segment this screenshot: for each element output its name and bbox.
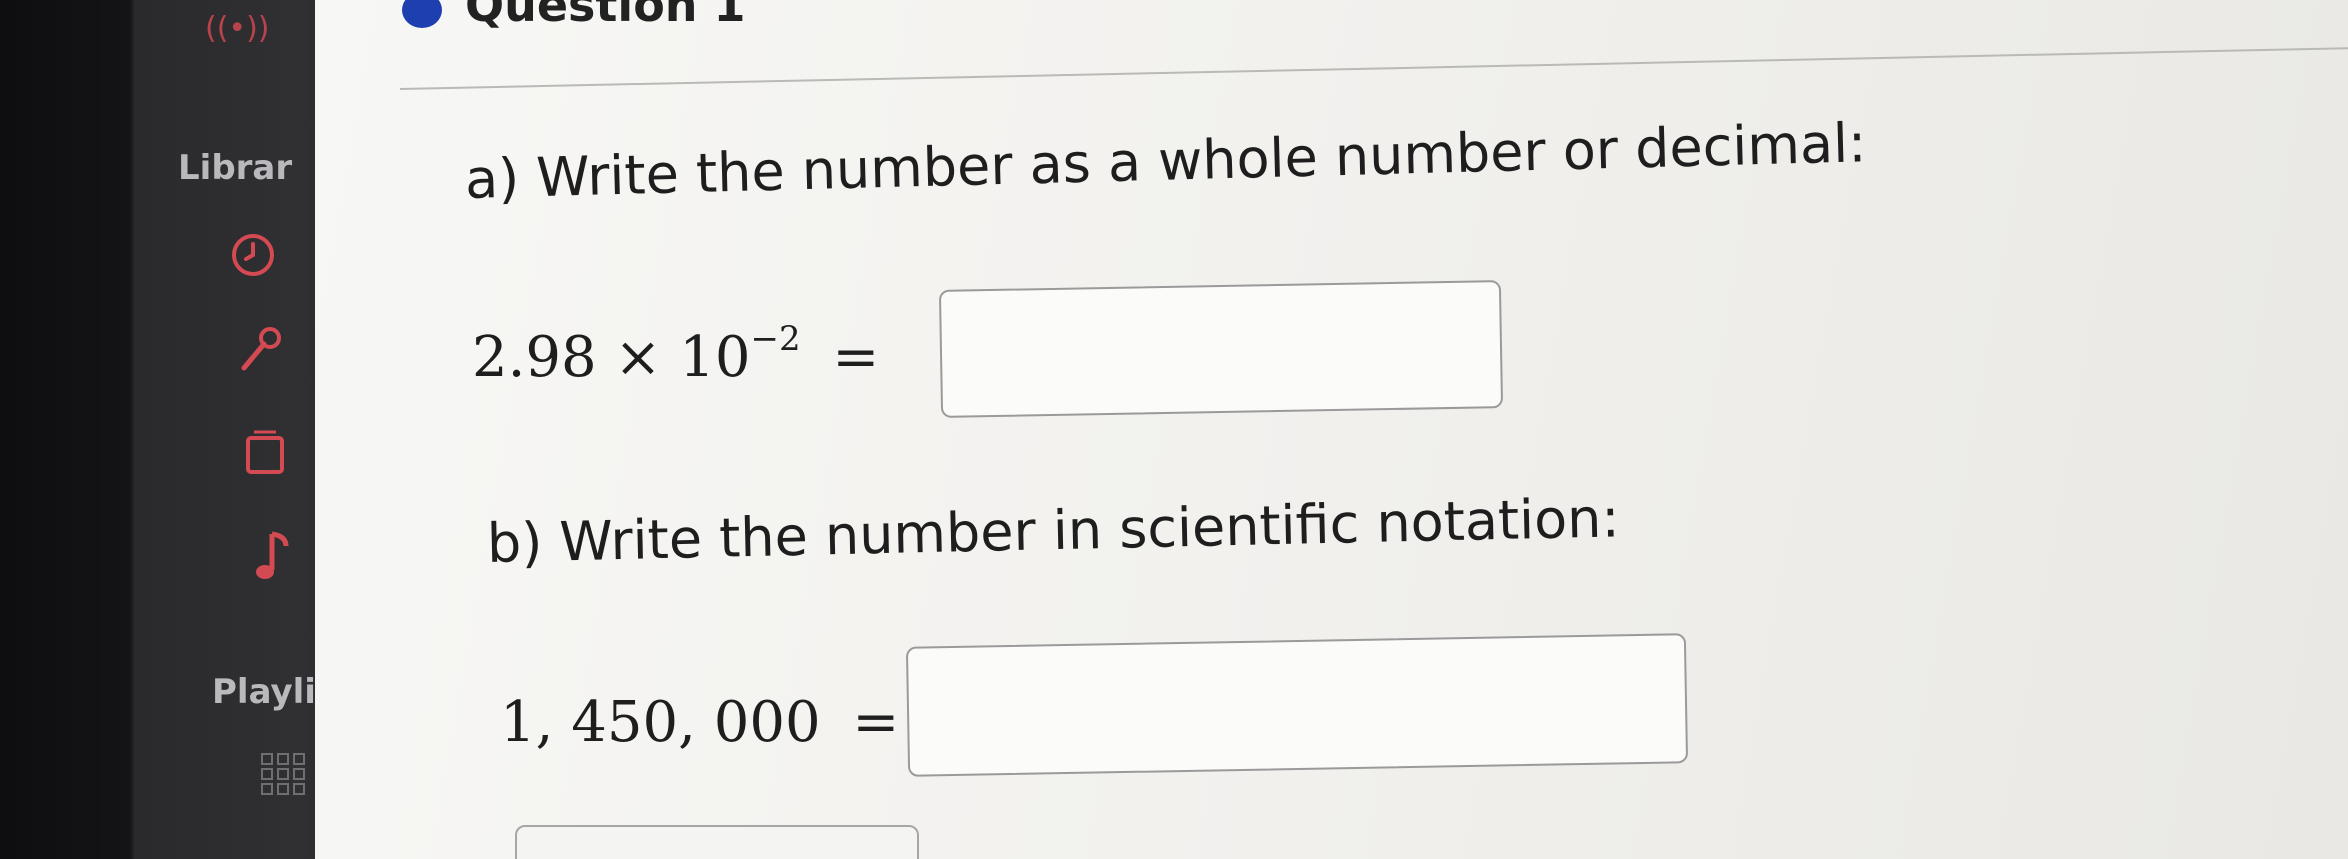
part-a-expression: 2.98 × 10−2 = <box>472 319 880 390</box>
part-b-equals: = <box>852 690 900 755</box>
question-status-dot <box>402 0 442 28</box>
sidebar: ((•)) Librar Playlis <box>0 0 340 859</box>
music-note-icon[interactable] <box>252 530 292 591</box>
calendar-icon[interactable] <box>244 428 286 483</box>
divider <box>399 46 2348 90</box>
microphone-icon[interactable] <box>238 326 284 383</box>
part-a-prompt: a) Write the number as a whole number or… <box>464 111 1867 211</box>
part-b-number: 1, 450, 000 <box>500 690 821 755</box>
sidebar-playlist-label[interactable]: Playlis <box>212 672 332 712</box>
part-b-answer-input[interactable] <box>905 633 1689 777</box>
part-b-prompt: b) Write the number in scientific notati… <box>486 486 1621 575</box>
check-answer-button[interactable] <box>515 825 919 859</box>
part-b-expression: 1, 450, 000 = <box>500 690 899 755</box>
sidebar-library-label[interactable]: Librar <box>178 148 318 188</box>
part-a-equals: = <box>832 325 880 390</box>
question-page: Question 1 a) Write the number as a whol… <box>315 0 2348 859</box>
radio-icon[interactable]: ((•)) <box>205 14 270 44</box>
part-a-exponent: −2 <box>750 319 801 360</box>
grid-icon[interactable] <box>260 752 308 803</box>
part-a-answer-input[interactable] <box>938 280 1504 418</box>
clock-icon[interactable] <box>230 232 276 285</box>
part-a-base: 2.98 × 10 <box>472 325 751 390</box>
question-title: Question 1 <box>465 0 746 32</box>
